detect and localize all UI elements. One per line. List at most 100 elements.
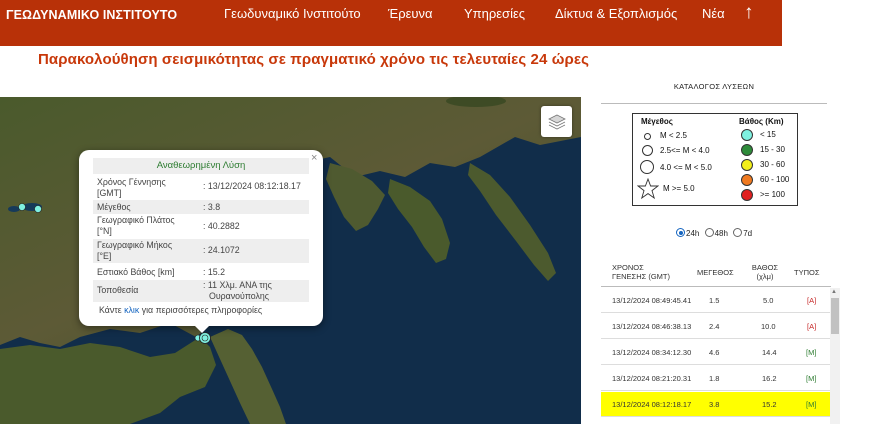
popup-key: Μέγεθος <box>97 202 131 212</box>
col-magnitude: ΜΕΓΕΘΟΣ <box>697 268 734 277</box>
popup-more-info: Κάντε κλικ για περισσότερες πληροφορίες <box>99 305 263 315</box>
table-row[interactable]: 13/12/2024 08:49:45.41 1.5 5.0 [A] <box>601 288 831 313</box>
close-icon[interactable]: × <box>311 152 317 164</box>
cell-magnitude: 4.6 <box>709 348 720 357</box>
table-row[interactable]: 13/12/2024 08:21:20.31 1.8 16.2 [M] <box>601 366 831 391</box>
cell-type: [M] <box>806 348 817 357</box>
popup-key: Τοποθεσία <box>97 285 139 295</box>
depth-60-100-icon <box>741 174 753 186</box>
star-icon <box>637 178 659 200</box>
cell-depth: 10.0 <box>761 322 776 331</box>
table-row[interactable]: 13/12/2024 08:46:38.13 2.4 10.0 [A] <box>601 314 831 339</box>
radio-7d[interactable] <box>733 228 743 237</box>
cell-type: [M] <box>806 374 817 383</box>
radio-24h-label[interactable]: 24h <box>686 229 699 238</box>
table-row[interactable]: 13/12/2024 08:34:12.30 4.6 14.4 [M] <box>601 340 831 365</box>
cell-magnitude: 3.8 <box>709 400 720 409</box>
layers-button[interactable] <box>541 106 572 137</box>
popup-value: : 24.1072 <box>203 245 240 255</box>
cell-magnitude: 1.5 <box>709 296 720 305</box>
scroll-up-icon[interactable]: ▲ <box>831 289 837 295</box>
more-info-link[interactable]: κλικ <box>124 305 139 315</box>
radio-48h-label[interactable]: 48h <box>715 229 728 238</box>
popup-pointer <box>194 325 210 333</box>
cell-time: 13/12/2024 08:21:20.31 <box>612 374 692 383</box>
magnitude-large-icon <box>640 160 654 174</box>
cell-type: [M] <box>806 400 817 409</box>
cell-time: 13/12/2024 08:46:38.13 <box>612 322 692 331</box>
nav-item-institute[interactable]: Γεωδυναμικό Ινστιτούτο <box>224 6 361 21</box>
legend-depth-label: 30 - 60 <box>760 160 785 169</box>
popup-value: : 40.2882 <box>203 221 240 231</box>
site-logo[interactable]: ΓΕΩΔΥΝΑΜΙΚΟ ΙΝΣΤΙΤΟΥΤΟ <box>6 8 177 22</box>
catalog-table-header: ΧΡΟΝΟΣ ΓΕΝΕΣΗΣ (GMT) ΜΕΓΕΘΟΣ ΒΑΘΟΣ (χλμ) Τ… <box>601 257 831 287</box>
cell-depth: 16.2 <box>762 374 777 383</box>
popup-row-magnitude: Μέγεθος : 3.8 <box>93 200 309 214</box>
quake-marker[interactable] <box>18 203 26 211</box>
map-legend: Μέγεθος Βάθος (Km) M < 2.5 2.5<= M < 4.0… <box>632 113 798 206</box>
legend-depth-label: 60 - 100 <box>760 175 790 184</box>
page-title: Παρακολούθηση σεισμικότητας σε πραγματικ… <box>38 51 589 68</box>
legend-depth-label: 15 - 30 <box>760 145 785 154</box>
legend-mag-label: M < 2.5 <box>660 131 687 140</box>
popup-key: Γεωγραφικό Μήκος [°E] <box>97 240 173 261</box>
quake-marker[interactable] <box>34 205 42 213</box>
cell-time: 13/12/2024 08:49:45.41 <box>612 296 692 305</box>
popup-row-location: Τοποθεσία : 11 Χλμ. ΑΝΑ της Ουρανούπολης <box>93 280 309 302</box>
time-range-filter: 24h 48h 7d <box>676 228 752 238</box>
cell-magnitude: 1.8 <box>709 374 720 383</box>
popup-row-depth: Εστιακό Βάθος [km] : 15.2 <box>93 265 309 279</box>
popup-value: : 11 Χλμ. ΑΝΑ της Ουρανούπολης <box>203 280 272 301</box>
layers-icon <box>547 114 566 129</box>
catalog-title: ΚΑΤΑΛΟΓΟΣ ΛΥΣΕΩΝ <box>601 80 827 104</box>
popup-row-latitude: Γεωγραφικό Πλάτος [°N] : 40.2882 <box>93 215 309 237</box>
cell-type: [A] <box>807 322 817 331</box>
nav-item-networks[interactable]: Δίκτυα & Εξοπλισμός <box>555 6 677 21</box>
nav-item-research[interactable]: Έρευνα <box>388 6 433 21</box>
table-row-selected[interactable]: 13/12/2024 08:12:18.17 3.8 15.2 [M] <box>601 392 831 417</box>
legend-depth-label: >= 100 <box>760 190 785 199</box>
cell-depth: 15.2 <box>762 400 777 409</box>
scrollbar-thumb[interactable] <box>831 298 839 334</box>
popup-key: Εστιακό Βάθος [km] <box>97 267 175 277</box>
quake-marker-selected[interactable] <box>199 332 211 344</box>
magnitude-medium-icon <box>642 145 653 156</box>
col-depth: ΒΑΘΟΣ (χλμ) <box>751 263 779 281</box>
popup-title: Αναθεωρημένη Λύση <box>93 158 309 174</box>
legend-mag-label: 4.0 <= M < 5.0 <box>660 163 712 172</box>
radio-7d-label[interactable]: 7d <box>743 229 752 238</box>
legend-mag-label: 2.5<= M < 4.0 <box>660 146 710 155</box>
popup-value: : 15.2 <box>203 267 226 277</box>
popup-value: : 13/12/2024 08:12:18.17 <box>203 181 301 191</box>
table-scrollbar[interactable]: ▲ <box>830 288 840 424</box>
cell-depth: 14.4 <box>762 348 777 357</box>
nav-item-news[interactable]: Νέα <box>702 6 725 21</box>
cell-type: [A] <box>807 296 817 305</box>
depth-deep-icon <box>741 189 753 201</box>
depth-30-60-icon <box>741 159 753 171</box>
cell-depth: 5.0 <box>763 296 774 305</box>
radio-48h[interactable] <box>704 228 714 237</box>
top-navigation-bar: ΓΕΩΔΥΝΑΜΙΚΟ ΙΝΣΤΙΤΟΥΤΟ Γεωδυναμικό Ινστι… <box>0 0 782 46</box>
popup-row-origin-time: Χρόνος Γέννησης [GMT] : 13/12/2024 08:12:… <box>93 177 309 199</box>
cell-magnitude: 2.4 <box>709 322 720 331</box>
depth-15-30-icon <box>741 144 753 156</box>
popup-value: : 3.8 <box>203 202 221 212</box>
depth-shallow-icon <box>741 129 753 141</box>
cell-time: 13/12/2024 08:12:18.17 <box>612 400 692 409</box>
legend-mag-label: M >= 5.0 <box>663 184 695 193</box>
popup-key: Γεωγραφικό Πλάτος [°N] <box>97 215 175 236</box>
scroll-top-arrow-icon[interactable]: ↑ <box>744 2 754 24</box>
event-info-popup: × Αναθεωρημένη Λύση Χρόνος Γέννησης [GMT]… <box>79 150 323 326</box>
legend-magnitude-title: Μέγεθος <box>641 117 673 126</box>
magnitude-small-icon <box>644 133 651 140</box>
nav-item-services[interactable]: Υπηρεσίες <box>464 6 525 21</box>
col-type: ΤΥΠΟΣ <box>794 268 820 277</box>
popup-key: Χρόνος Γέννησης [GMT] <box>97 177 166 198</box>
col-origin-time: ΧΡΟΝΟΣ ΓΕΝΕΣΗΣ (GMT) <box>612 263 670 281</box>
cell-time: 13/12/2024 08:34:12.30 <box>612 348 692 357</box>
legend-depth-label: < 15 <box>760 130 776 139</box>
legend-depth-title: Βάθος (Km) <box>739 117 784 126</box>
radio-24h[interactable] <box>676 228 685 237</box>
popup-row-longitude: Γεωγραφικό Μήκος [°E] : 24.1072 <box>93 239 309 263</box>
